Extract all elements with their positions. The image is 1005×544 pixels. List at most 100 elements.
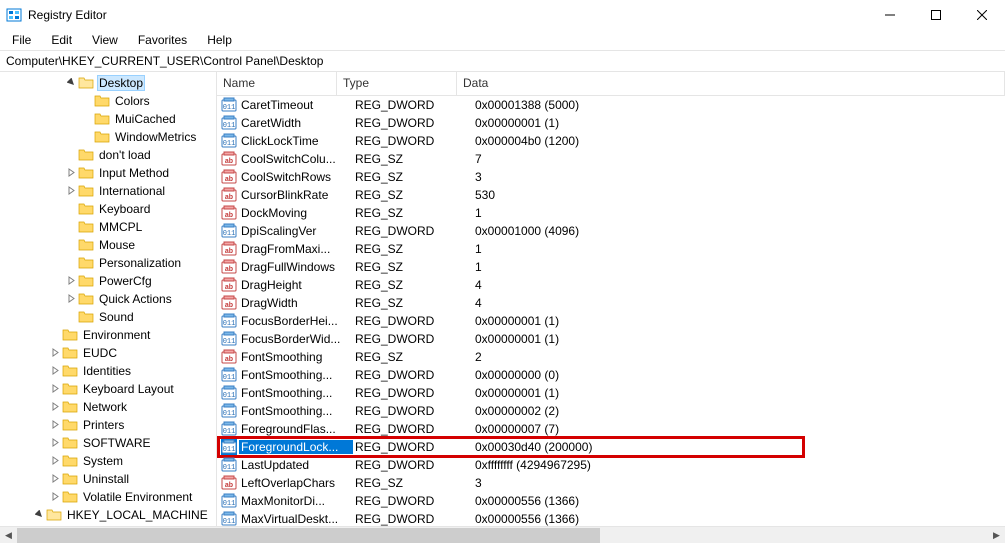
expand-icon[interactable] <box>64 186 78 197</box>
binary-value-icon: 011 <box>221 403 237 419</box>
value-row[interactable]: abCoolSwitchColu...REG_SZ7 <box>217 150 1005 168</box>
value-data: 1 <box>473 260 1005 274</box>
tree-item[interactable]: WindowMetrics <box>0 128 216 146</box>
tree-item[interactable]: Keyboard <box>0 200 216 218</box>
menu-favorites[interactable]: Favorites <box>130 31 195 49</box>
expand-icon[interactable] <box>48 456 62 467</box>
column-header-data[interactable]: Data <box>457 72 1005 95</box>
tree-item[interactable]: International <box>0 182 216 200</box>
folder-icon <box>62 382 78 396</box>
value-row[interactable]: 011CaretTimeoutREG_DWORD0x00001388 (5000… <box>217 96 1005 114</box>
titlebar[interactable]: Registry Editor <box>0 0 1005 30</box>
expand-icon[interactable] <box>48 366 62 377</box>
expand-icon[interactable] <box>48 474 62 485</box>
tree-item[interactable]: Uninstall <box>0 470 216 488</box>
value-name: DragFullWindows <box>239 260 353 274</box>
value-row[interactable]: abDragFromMaxi...REG_SZ1 <box>217 240 1005 258</box>
value-row[interactable]: 011FontSmoothing...REG_DWORD0x00000001 (… <box>217 384 1005 402</box>
tree-item[interactable]: Mouse <box>0 236 216 254</box>
value-row[interactable]: abCursorBlinkRateREG_SZ530 <box>217 186 1005 204</box>
value-row[interactable]: 011MaxMonitorDi...REG_DWORD0x00000556 (1… <box>217 492 1005 510</box>
expand-icon[interactable] <box>48 438 62 449</box>
menu-file[interactable]: File <box>4 31 39 49</box>
value-row[interactable]: 011MaxVirtualDeskt...REG_DWORD0x00000556… <box>217 510 1005 526</box>
expand-icon[interactable] <box>64 168 78 179</box>
value-row[interactable]: 011FocusBorderHei...REG_DWORD0x00000001 … <box>217 312 1005 330</box>
binary-value-icon: 011 <box>221 439 237 455</box>
value-row[interactable]: 011LastUpdatedREG_DWORD0xffffffff (42949… <box>217 456 1005 474</box>
expand-icon[interactable] <box>64 294 78 305</box>
tree-pane[interactable]: DesktopColorsMuiCachedWindowMetrics don't… <box>0 72 217 526</box>
minimize-button[interactable] <box>867 0 913 30</box>
tree-item[interactable]: don't load <box>0 146 216 164</box>
expand-icon[interactable] <box>48 420 62 431</box>
tree-item[interactable]: Input Method <box>0 164 216 182</box>
tree-item[interactable]: PowerCfg <box>0 272 216 290</box>
menu-edit[interactable]: Edit <box>43 31 80 49</box>
tree-item[interactable]: HKEY_LOCAL_MACHINE <box>0 506 216 524</box>
value-row[interactable]: 011ForegroundFlas...REG_DWORD0x00000007 … <box>217 420 1005 438</box>
tree-item[interactable]: Identities <box>0 362 216 380</box>
tree-item[interactable]: Colors <box>0 92 216 110</box>
folder-icon <box>62 454 78 468</box>
scroll-track[interactable] <box>17 527 988 544</box>
value-data: 0x00030d40 (200000) <box>473 440 1005 454</box>
scroll-right-icon[interactable]: ▶ <box>988 527 1005 544</box>
horizontal-scrollbar[interactable]: ◀ ▶ <box>0 526 1005 543</box>
column-header-name[interactable]: Name <box>217 72 337 95</box>
tree-item[interactable]: Desktop <box>0 74 216 92</box>
expand-icon[interactable] <box>48 492 62 503</box>
value-row[interactable]: abDockMovingREG_SZ1 <box>217 204 1005 222</box>
address-input[interactable] <box>4 52 1001 70</box>
tree-item[interactable]: Quick Actions <box>0 290 216 308</box>
value-row[interactable]: 011FocusBorderWid...REG_DWORD0x00000001 … <box>217 330 1005 348</box>
svg-text:011: 011 <box>223 338 236 346</box>
menu-view[interactable]: View <box>84 31 126 49</box>
value-row[interactable]: abDragHeightREG_SZ4 <box>217 276 1005 294</box>
value-row[interactable]: 011DpiScalingVerREG_DWORD0x00001000 (409… <box>217 222 1005 240</box>
value-row[interactable]: abFontSmoothingREG_SZ2 <box>217 348 1005 366</box>
tree-item[interactable]: EUDC <box>0 344 216 362</box>
expand-icon[interactable] <box>48 348 62 359</box>
expand-icon[interactable] <box>64 276 78 287</box>
tree-item[interactable]: MMCPL <box>0 218 216 236</box>
tree-item[interactable]: Keyboard Layout <box>0 380 216 398</box>
value-type: REG_DWORD <box>353 332 473 346</box>
scroll-thumb[interactable] <box>17 528 600 543</box>
tree-item[interactable]: Environment <box>0 326 216 344</box>
value-row[interactable]: 011ForegroundLock...REG_DWORD0x00030d40 … <box>217 438 1005 456</box>
value-row[interactable]: abCoolSwitchRowsREG_SZ3 <box>217 168 1005 186</box>
tree-item[interactable]: Personalization <box>0 254 216 272</box>
binary-value-icon: 011 <box>221 493 237 509</box>
tree-item[interactable]: Volatile Environment <box>0 488 216 506</box>
value-row[interactable]: 011CaretWidthREG_DWORD0x00000001 (1) <box>217 114 1005 132</box>
value-name: FontSmoothing... <box>239 368 353 382</box>
tree-item[interactable]: Network <box>0 398 216 416</box>
tree-item[interactable]: MuiCached <box>0 110 216 128</box>
tree-item[interactable]: SOFTWARE <box>0 434 216 452</box>
value-row[interactable]: 011FontSmoothing...REG_DWORD0x00000002 (… <box>217 402 1005 420</box>
tree-item[interactable]: Sound <box>0 308 216 326</box>
expand-icon[interactable] <box>48 402 62 413</box>
collapse-icon[interactable] <box>64 78 78 89</box>
value-row[interactable]: 011FontSmoothing...REG_DWORD0x00000000 (… <box>217 366 1005 384</box>
value-type: REG_SZ <box>353 278 473 292</box>
tree-item-label: SOFTWARE <box>81 436 153 450</box>
value-row[interactable]: abDragFullWindowsREG_SZ1 <box>217 258 1005 276</box>
value-row[interactable]: abDragWidthREG_SZ4 <box>217 294 1005 312</box>
folder-icon <box>78 148 94 162</box>
value-row[interactable]: 011ClickLockTimeREG_DWORD0x000004b0 (120… <box>217 132 1005 150</box>
collapse-icon[interactable] <box>32 510 46 521</box>
maximize-button[interactable] <box>913 0 959 30</box>
column-header-type[interactable]: Type <box>337 72 457 95</box>
scroll-left-icon[interactable]: ◀ <box>0 527 17 544</box>
value-row[interactable]: abLeftOverlapCharsREG_SZ3 <box>217 474 1005 492</box>
tree-item[interactable]: System <box>0 452 216 470</box>
tree-item-label: don't load <box>97 148 153 162</box>
value-type: REG_DWORD <box>353 314 473 328</box>
expand-icon[interactable] <box>48 384 62 395</box>
menu-help[interactable]: Help <box>199 31 240 49</box>
tree-item[interactable]: Printers <box>0 416 216 434</box>
list-body[interactable]: 011CaretTimeoutREG_DWORD0x00001388 (5000… <box>217 96 1005 526</box>
close-button[interactable] <box>959 0 1005 30</box>
